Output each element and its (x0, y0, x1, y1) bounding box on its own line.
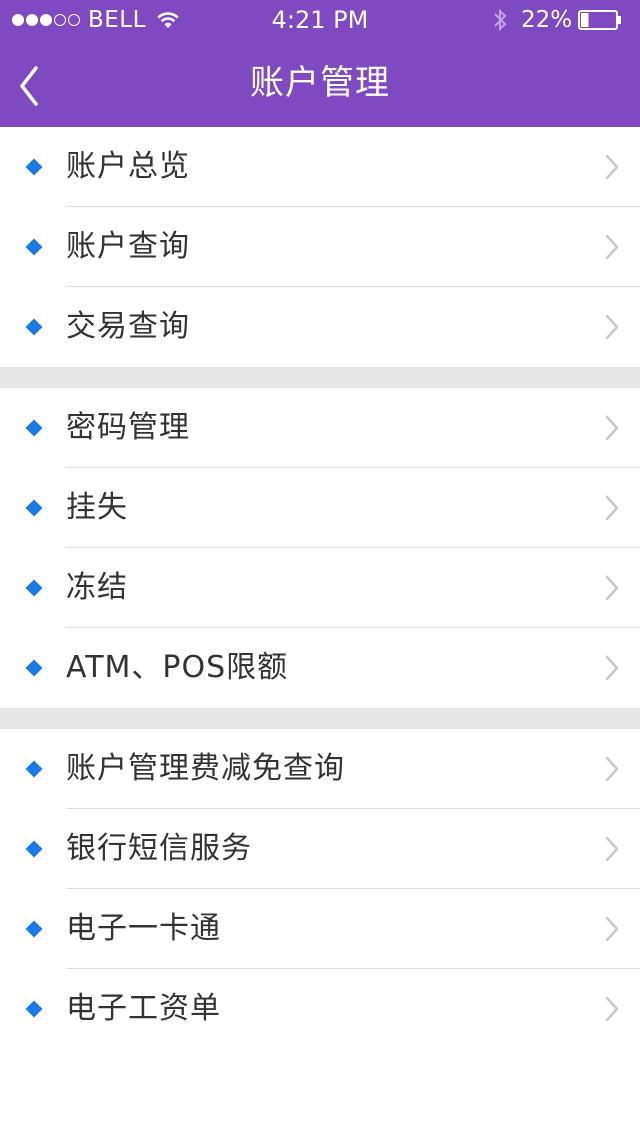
diamond-bullet-icon (25, 499, 43, 517)
menu-item-e-card[interactable]: 电子一卡通 (0, 889, 640, 969)
menu-item-fee-waiver-query[interactable]: 账户管理费减免查询 (0, 729, 640, 809)
menu-item-label: 挂失 (66, 490, 128, 525)
menu-item-label: 账户总览 (66, 149, 190, 184)
menu-item-label: 账户管理费减免查询 (66, 751, 345, 786)
menu-item-sms-service[interactable]: 银行短信服务 (0, 809, 640, 889)
top-bar: BELL 4:21 PM 22% 账户管理 (0, 0, 640, 127)
menu-item-label: 账户查询 (66, 229, 190, 264)
diamond-bullet-icon (25, 579, 43, 597)
menu-item-account-query[interactable]: 账户查询 (0, 207, 640, 287)
chevron-right-icon (605, 836, 619, 862)
chevron-right-icon (605, 756, 619, 782)
chevron-right-icon (605, 655, 619, 681)
diamond-bullet-icon (25, 840, 43, 858)
chevron-right-icon (605, 234, 619, 260)
diamond-bullet-icon (25, 419, 43, 437)
menu-list: 账户总览 账户查询 交易查询 密码管理 挂失 冻结 ATM、POS限额 账户管理… (0, 127, 640, 1049)
chevron-right-icon (605, 415, 619, 441)
bluetooth-icon (494, 8, 507, 32)
chevron-right-icon (605, 154, 619, 180)
menu-item-account-overview[interactable]: 账户总览 (0, 127, 640, 207)
menu-item-atm-pos-limit[interactable]: ATM、POS限额 (0, 628, 640, 708)
status-bar: BELL 4:21 PM 22% (0, 0, 640, 40)
menu-item-transaction-query[interactable]: 交易查询 (0, 287, 640, 367)
menu-item-label: ATM、POS限额 (66, 650, 289, 685)
diamond-bullet-icon (25, 158, 43, 176)
battery-percentage: 22% (521, 7, 573, 33)
chevron-right-icon (605, 575, 619, 601)
chevron-right-icon (605, 495, 619, 521)
page-title: 账户管理 (250, 63, 390, 103)
battery-icon (578, 10, 621, 30)
diamond-bullet-icon (25, 920, 43, 938)
menu-item-label: 电子一卡通 (66, 911, 221, 946)
diamond-bullet-icon (25, 659, 43, 677)
menu-item-password-management[interactable]: 密码管理 (0, 388, 640, 468)
diamond-bullet-icon (25, 1000, 43, 1018)
diamond-bullet-icon (25, 238, 43, 256)
menu-item-label: 密码管理 (66, 410, 190, 445)
menu-item-label: 交易查询 (66, 309, 190, 344)
diamond-bullet-icon (25, 760, 43, 778)
menu-item-label: 冻结 (66, 570, 128, 605)
group-divider (0, 367, 640, 388)
menu-item-e-payslip[interactable]: 电子工资单 (0, 969, 640, 1049)
menu-item-report-loss[interactable]: 挂失 (0, 468, 640, 548)
navigation-bar: 账户管理 (0, 40, 640, 127)
diamond-bullet-icon (25, 318, 43, 336)
menu-item-label: 电子工资单 (66, 991, 221, 1026)
chevron-right-icon (605, 996, 619, 1022)
menu-item-label: 银行短信服务 (66, 831, 252, 866)
chevron-right-icon (605, 314, 619, 340)
menu-item-freeze[interactable]: 冻结 (0, 548, 640, 628)
group-divider (0, 708, 640, 729)
chevron-right-icon (605, 916, 619, 942)
